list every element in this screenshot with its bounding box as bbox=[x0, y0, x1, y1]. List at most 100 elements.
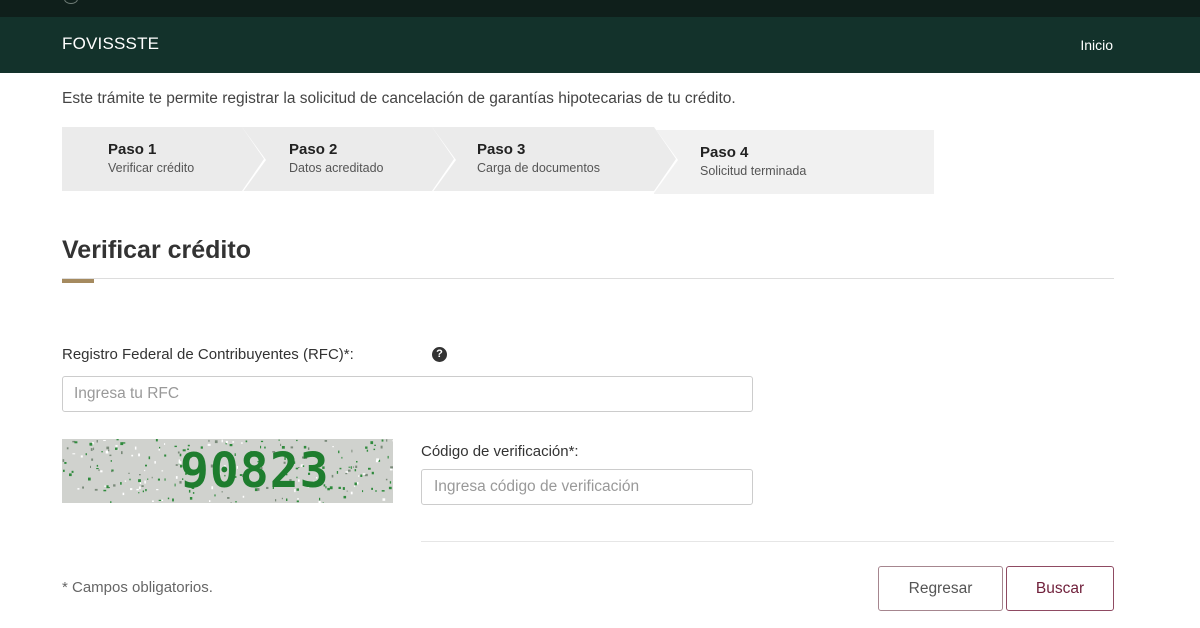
captcha-speck bbox=[354, 482, 357, 486]
captcha-speck bbox=[296, 439, 298, 442]
government-emblem-icon bbox=[64, 0, 78, 4]
captcha-speck bbox=[245, 440, 248, 443]
captcha-speck bbox=[108, 487, 110, 489]
rfc-input[interactable] bbox=[62, 376, 753, 412]
captcha-speck bbox=[131, 454, 134, 457]
section-divider bbox=[62, 278, 1114, 279]
captcha-speck bbox=[373, 448, 376, 451]
captcha-speck bbox=[160, 499, 164, 501]
captcha-speck bbox=[158, 499, 162, 501]
captcha-speck bbox=[154, 461, 156, 464]
captcha-speck bbox=[362, 490, 364, 493]
step-3: Paso 3 Carga de documentos bbox=[432, 127, 654, 191]
captcha-speck bbox=[103, 440, 106, 441]
captcha-speck bbox=[96, 440, 98, 443]
captcha-speck bbox=[221, 439, 223, 443]
captcha-speck bbox=[371, 471, 374, 475]
captcha-speck bbox=[365, 446, 368, 449]
captcha-speck bbox=[110, 460, 112, 462]
verification-code-input[interactable] bbox=[421, 469, 753, 505]
captcha-speck bbox=[101, 451, 103, 453]
captcha-speck bbox=[124, 480, 127, 482]
captcha-speck bbox=[360, 474, 363, 477]
back-button[interactable]: Regresar bbox=[878, 566, 1003, 611]
section-accent-bar bbox=[62, 279, 94, 283]
captcha-speck bbox=[235, 501, 237, 503]
captcha-speck bbox=[155, 439, 158, 442]
captcha-speck bbox=[63, 469, 65, 472]
captcha-speck bbox=[352, 466, 354, 468]
captcha-speck bbox=[356, 461, 358, 463]
captcha-speck bbox=[318, 501, 321, 503]
captcha-speck bbox=[71, 470, 74, 473]
captcha-speck bbox=[93, 447, 95, 451]
captcha-speck bbox=[152, 500, 154, 502]
captcha-speck bbox=[77, 488, 80, 490]
captcha-speck bbox=[389, 481, 392, 484]
captcha-speck bbox=[354, 485, 356, 487]
navbar: FOVISSSTE Inicio bbox=[0, 17, 1200, 73]
captcha-image: 90823 bbox=[62, 439, 393, 503]
captcha-speck bbox=[339, 467, 342, 470]
captcha-speck bbox=[100, 470, 103, 473]
captcha-speck bbox=[386, 439, 388, 442]
captcha-speck bbox=[145, 489, 147, 492]
captcha-speck bbox=[94, 488, 98, 491]
captcha-speck bbox=[110, 501, 112, 503]
captcha-speck bbox=[351, 449, 353, 453]
nav-home-link[interactable]: Inicio bbox=[1080, 37, 1113, 53]
captcha-speck bbox=[368, 467, 371, 470]
captcha-speck bbox=[121, 451, 123, 455]
captcha-speck bbox=[338, 486, 341, 489]
captcha-speck bbox=[96, 468, 99, 470]
captcha-speck bbox=[371, 487, 373, 490]
captcha-speck bbox=[322, 502, 324, 503]
section-title: Verificar crédito bbox=[62, 236, 251, 264]
captcha-speck bbox=[164, 478, 166, 481]
rfc-label: Registro Federal de Contribuyentes (RFC)… bbox=[62, 346, 354, 363]
captcha-speck bbox=[105, 450, 109, 454]
step-subtitle: Verificar crédito bbox=[108, 161, 195, 175]
captcha-speck bbox=[382, 498, 386, 501]
captcha-speck bbox=[338, 450, 340, 454]
captcha-speck bbox=[156, 489, 159, 491]
brand-logo[interactable]: FOVISSSTE bbox=[62, 34, 159, 54]
captcha-speck bbox=[103, 489, 107, 492]
captcha-speck bbox=[175, 476, 178, 479]
captcha-speck bbox=[115, 447, 118, 450]
captcha-speck bbox=[134, 446, 137, 450]
captcha-speck bbox=[375, 490, 377, 492]
captcha-speck bbox=[139, 474, 141, 476]
step-1: Paso 1 Verificar crédito bbox=[62, 127, 242, 191]
captcha-speck bbox=[122, 442, 126, 444]
step-subtitle: Datos acreditado bbox=[289, 161, 384, 175]
captcha-speck bbox=[348, 466, 351, 468]
captcha-speck bbox=[108, 449, 110, 452]
step-arrow-icon bbox=[432, 127, 454, 191]
step-title: Paso 2 bbox=[289, 141, 338, 158]
captcha-speck bbox=[128, 472, 130, 474]
captcha-speck bbox=[275, 499, 277, 502]
captcha-speck bbox=[64, 462, 67, 464]
captcha-speck bbox=[74, 441, 78, 444]
search-button[interactable]: Buscar bbox=[1006, 566, 1114, 611]
question-circle-icon[interactable]: ? bbox=[432, 347, 447, 362]
captcha-speck bbox=[208, 439, 210, 442]
captcha-speck bbox=[88, 477, 91, 481]
required-fields-note: * Campos obligatorios. bbox=[62, 579, 213, 596]
captcha-speck bbox=[350, 466, 352, 469]
captcha-speck bbox=[331, 474, 334, 478]
captcha-speck bbox=[390, 466, 393, 469]
captcha-speck bbox=[329, 486, 333, 490]
captcha-speck bbox=[111, 470, 113, 473]
captcha-speck bbox=[120, 482, 122, 485]
captcha-speck bbox=[175, 464, 178, 466]
captcha-speck bbox=[370, 441, 374, 445]
captcha-speck bbox=[345, 472, 348, 475]
captcha-speck bbox=[148, 456, 151, 460]
captcha-speck bbox=[380, 445, 383, 449]
captcha-speck bbox=[348, 469, 351, 472]
captcha-speck bbox=[136, 488, 139, 491]
captcha-speck bbox=[141, 485, 144, 487]
captcha-speck bbox=[167, 497, 170, 500]
